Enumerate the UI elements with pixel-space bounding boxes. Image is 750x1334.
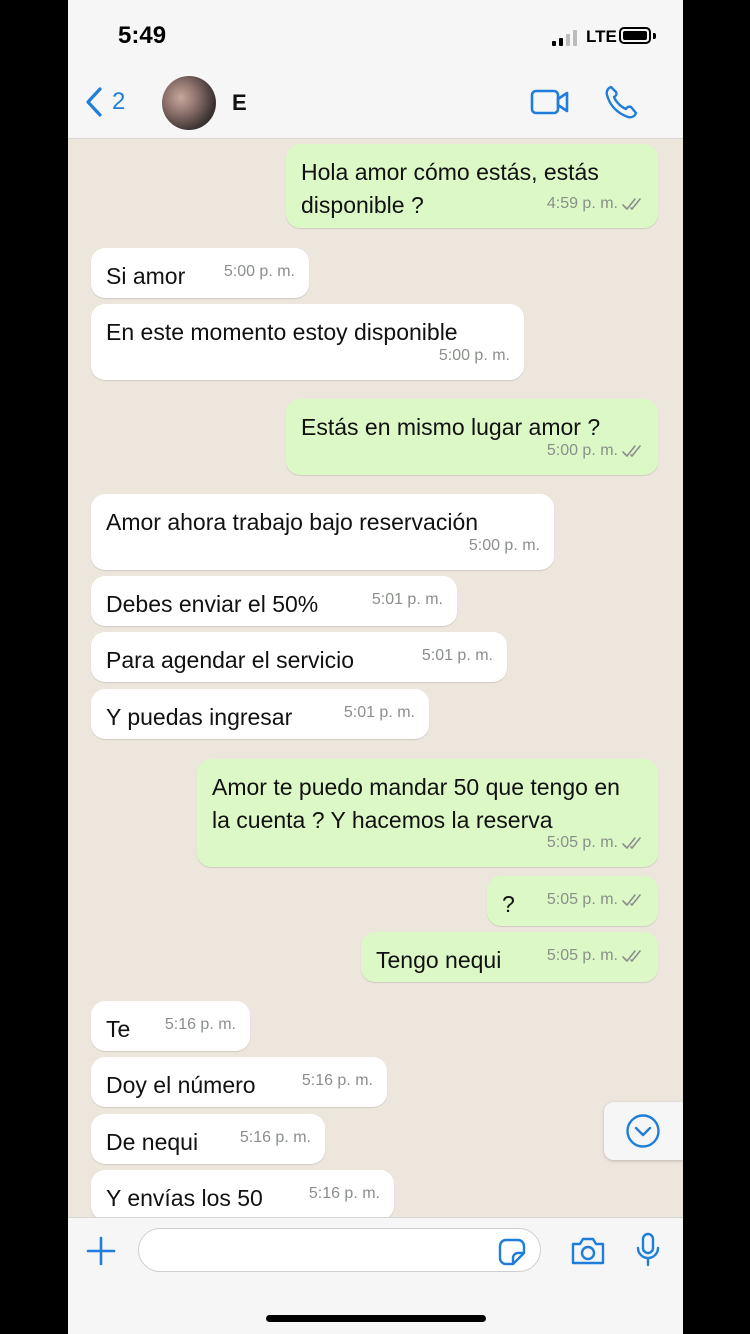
message-time: 5:05 p. m. — [546, 947, 618, 964]
message-bubble-incoming[interactable]: Si amor 5:00 p. m. — [91, 248, 309, 298]
message-meta: 5:00 p. m. — [547, 434, 644, 467]
message-time: 5:01 p. m. — [371, 591, 443, 608]
battery-icon — [619, 27, 651, 44]
plus-icon[interactable] — [86, 1236, 116, 1266]
message-text: Doy el número — [106, 1072, 256, 1098]
message-text: Y envías los 50 — [106, 1185, 263, 1211]
message-time: 4:59 p. m. — [546, 195, 618, 212]
message-time: 5:16 p. m. — [308, 1185, 380, 1202]
message-time: 5:01 p. m. — [343, 704, 415, 721]
message-text: Si amor — [106, 263, 186, 289]
message-text: Te — [106, 1016, 131, 1042]
message-bubble-incoming[interactable]: De nequi 5:16 p. m. — [91, 1114, 325, 1164]
message-bubble-incoming[interactable]: Para agendar el servicio 5:01 p. m. — [91, 632, 507, 682]
message-time: 5:05 p. m. — [546, 891, 618, 908]
chat-area[interactable]: Hola amor cómo estás, estás disponible ?… — [68, 139, 683, 1217]
contact-name[interactable]: E — [232, 90, 247, 116]
signal-icon — [552, 30, 577, 46]
message-bubble-incoming[interactable]: Te 5:16 p. m. — [91, 1001, 250, 1051]
read-ticks-icon — [622, 949, 641, 962]
message-meta: 4:59 p. m. — [547, 187, 644, 220]
message-meta: 5:16 p. m. — [309, 1177, 380, 1210]
message-text: Debes enviar el 50% — [106, 591, 319, 617]
message-text: Y puedas ingresar — [106, 704, 293, 730]
microphone-icon[interactable] — [636, 1232, 660, 1268]
avatar[interactable] — [162, 76, 216, 130]
message-text: ? — [502, 891, 515, 917]
message-text: Para agendar el servicio — [106, 647, 355, 673]
message-bubble-outgoing[interactable]: Tengo nequi 5:05 p. m. — [361, 932, 658, 982]
read-ticks-icon — [622, 444, 641, 457]
chevron-left-icon — [86, 87, 102, 117]
message-meta: 5:16 p. m. — [240, 1121, 311, 1154]
message-meta: 5:01 p. m. — [422, 639, 493, 672]
message-meta: 5:01 p. m. — [372, 583, 443, 616]
unread-count: 2 — [112, 88, 126, 115]
message-bubble-outgoing[interactable]: Amor te puedo mandar 50 que tengo en la … — [197, 759, 658, 867]
message-meta: 5:00 p. m. — [439, 339, 510, 372]
message-bubble-incoming[interactable]: Amor ahora trabajo bajo reservación 5:00… — [91, 494, 554, 570]
message-text: Amor te puedo mandar 50 que tengo en la … — [212, 774, 620, 833]
battery-tip — [653, 33, 656, 39]
message-time: 5:16 p. m. — [164, 1016, 236, 1033]
scroll-to-bottom-button[interactable] — [604, 1102, 683, 1160]
message-composer — [68, 1217, 683, 1334]
message-bubble-outgoing[interactable]: Estás en mismo lugar amor ? 5:00 p. m. — [286, 399, 658, 475]
message-time: 5:00 p. m. — [468, 537, 540, 554]
message-bubble-outgoing[interactable]: ? 5:05 p. m. — [487, 876, 658, 926]
chevron-down-circle-icon — [626, 1114, 660, 1148]
video-call-icon[interactable] — [530, 86, 570, 118]
message-text: En este momento estoy disponible — [106, 319, 458, 345]
chat-header: 2 E — [68, 68, 683, 139]
home-indicator — [266, 1315, 486, 1322]
message-bubble-incoming[interactable]: Debes enviar el 50% 5:01 p. m. — [91, 576, 457, 626]
network-label: LTE — [586, 27, 617, 46]
message-bubble-incoming[interactable]: Y puedas ingresar 5:01 p. m. — [91, 689, 429, 739]
message-time: 5:00 p. m. — [223, 263, 295, 280]
message-meta: 5:05 p. m. — [547, 939, 644, 972]
message-meta: 5:05 p. m. — [547, 883, 644, 916]
read-ticks-icon — [622, 893, 641, 906]
message-meta: 5:05 p. m. — [547, 826, 644, 859]
back-button[interactable]: 2 — [84, 86, 125, 118]
message-time: 5:16 p. m. — [301, 1072, 373, 1089]
phone-call-icon[interactable] — [604, 84, 638, 120]
message-time: 5:00 p. m. — [438, 347, 510, 364]
read-ticks-icon — [622, 836, 641, 849]
sticker-icon[interactable] — [498, 1238, 526, 1266]
status-time: 5:49 — [118, 22, 167, 49]
message-meta: 5:16 p. m. — [302, 1064, 373, 1097]
message-text: Amor ahora trabajo bajo reservación — [106, 509, 479, 535]
message-time: 5:16 p. m. — [239, 1129, 311, 1146]
camera-icon[interactable] — [570, 1236, 606, 1266]
message-input[interactable] — [138, 1228, 541, 1272]
message-time: 5:05 p. m. — [546, 834, 618, 851]
message-time: 5:01 p. m. — [421, 647, 493, 664]
message-bubble-outgoing[interactable]: Hola amor cómo estás, estás disponible ?… — [286, 144, 658, 228]
message-time: 5:00 p. m. — [546, 442, 618, 459]
read-ticks-icon — [622, 197, 641, 210]
phone-screen: 5:49 LTE 2 E Hola amor cómo estás, estás… — [68, 0, 683, 1334]
status-bar: 5:49 LTE — [68, 0, 683, 68]
message-text: Tengo nequi — [376, 947, 502, 973]
message-meta: 5:16 p. m. — [165, 1008, 236, 1041]
message-meta: 5:00 p. m. — [469, 529, 540, 562]
message-meta: 5:01 p. m. — [344, 696, 415, 729]
message-text: De nequi — [106, 1129, 199, 1155]
message-bubble-incoming[interactable]: Doy el número 5:16 p. m. — [91, 1057, 387, 1107]
message-meta: 5:00 p. m. — [224, 255, 295, 288]
message-bubble-incoming[interactable]: En este momento estoy disponible 5:00 p.… — [91, 304, 524, 380]
message-bubble-incoming[interactable]: Y envías los 50 5:16 p. m. — [91, 1170, 394, 1217]
